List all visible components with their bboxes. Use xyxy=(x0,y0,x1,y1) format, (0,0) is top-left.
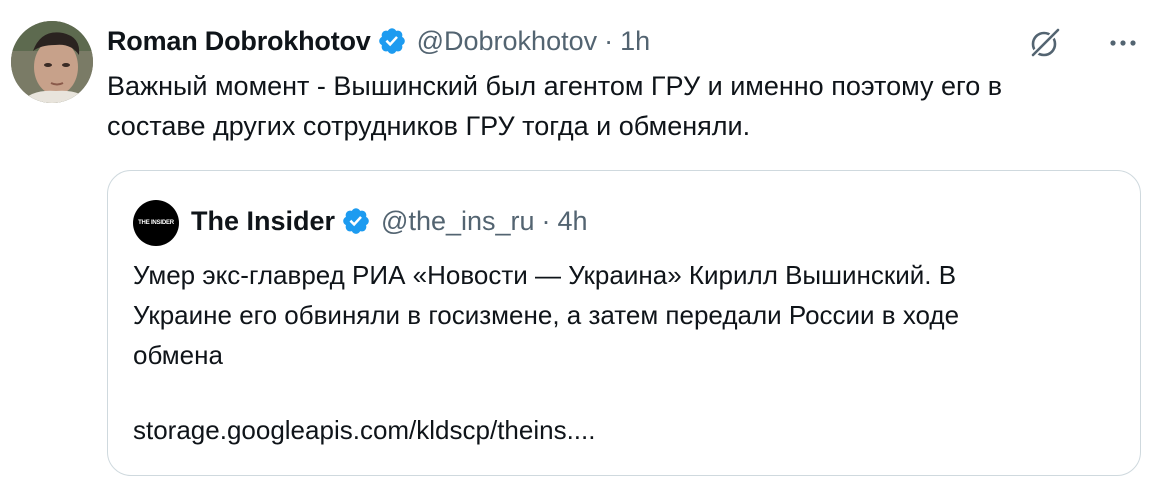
separator-dot: · xyxy=(604,25,614,56)
quoted-tweet-time[interactable]: 4h xyxy=(558,206,588,237)
quoted-author-avatar[interactable]: THE INSIDER xyxy=(133,200,179,246)
author-avatar[interactable] xyxy=(11,21,93,103)
quoted-text-line: Украине его обвиняли в госизмене, а зате… xyxy=(133,300,960,330)
quoted-text-line: обмена xyxy=(133,340,223,370)
quoted-text-line: Умер экс-главред РИА «Новости — Украина»… xyxy=(133,260,957,290)
quoted-author-handle[interactable]: @the_ins_ru xyxy=(381,206,535,237)
verified-badge-icon[interactable] xyxy=(377,26,407,56)
tweet-header: Roman Dobrokhotov @Dobrokhotov · 1h xyxy=(107,23,650,59)
tweet: Roman Dobrokhotov @Dobrokhotov · 1h Важн… xyxy=(0,0,1154,483)
grok-icon[interactable] xyxy=(1028,26,1062,60)
tweet-text-line: составе других сотрудников ГРУ тогда и о… xyxy=(107,111,751,141)
more-dots-icon[interactable] xyxy=(1106,30,1140,56)
tweet-text: Важный момент - Вышинский был агентом ГР… xyxy=(107,66,1147,146)
tweet-text-line: Важный момент - Вышинский был агентом ГР… xyxy=(107,71,1003,101)
separator-dot: · xyxy=(541,205,551,236)
author-handle[interactable]: @Dobrokhotov xyxy=(417,26,598,57)
quoted-author-name[interactable]: The Insider xyxy=(191,206,335,237)
quoted-tweet-text: Умер экс-главред РИА «Новости — Украина»… xyxy=(133,255,1123,375)
quoted-tweet-header: The Insider @the_ins_ru · 4h xyxy=(191,203,588,239)
verified-badge-icon[interactable] xyxy=(341,206,371,236)
author-name[interactable]: Roman Dobrokhotov xyxy=(107,26,371,57)
quoted-tweet-link[interactable]: storage.googleapis.com/kldscp/theins.... xyxy=(133,415,595,446)
tweet-time[interactable]: 1h xyxy=(620,26,650,57)
author-avatar-image xyxy=(11,21,93,103)
quoted-tweet-card[interactable]: THE INSIDER The Insider @the_ins_ru · 4h… xyxy=(107,170,1141,476)
